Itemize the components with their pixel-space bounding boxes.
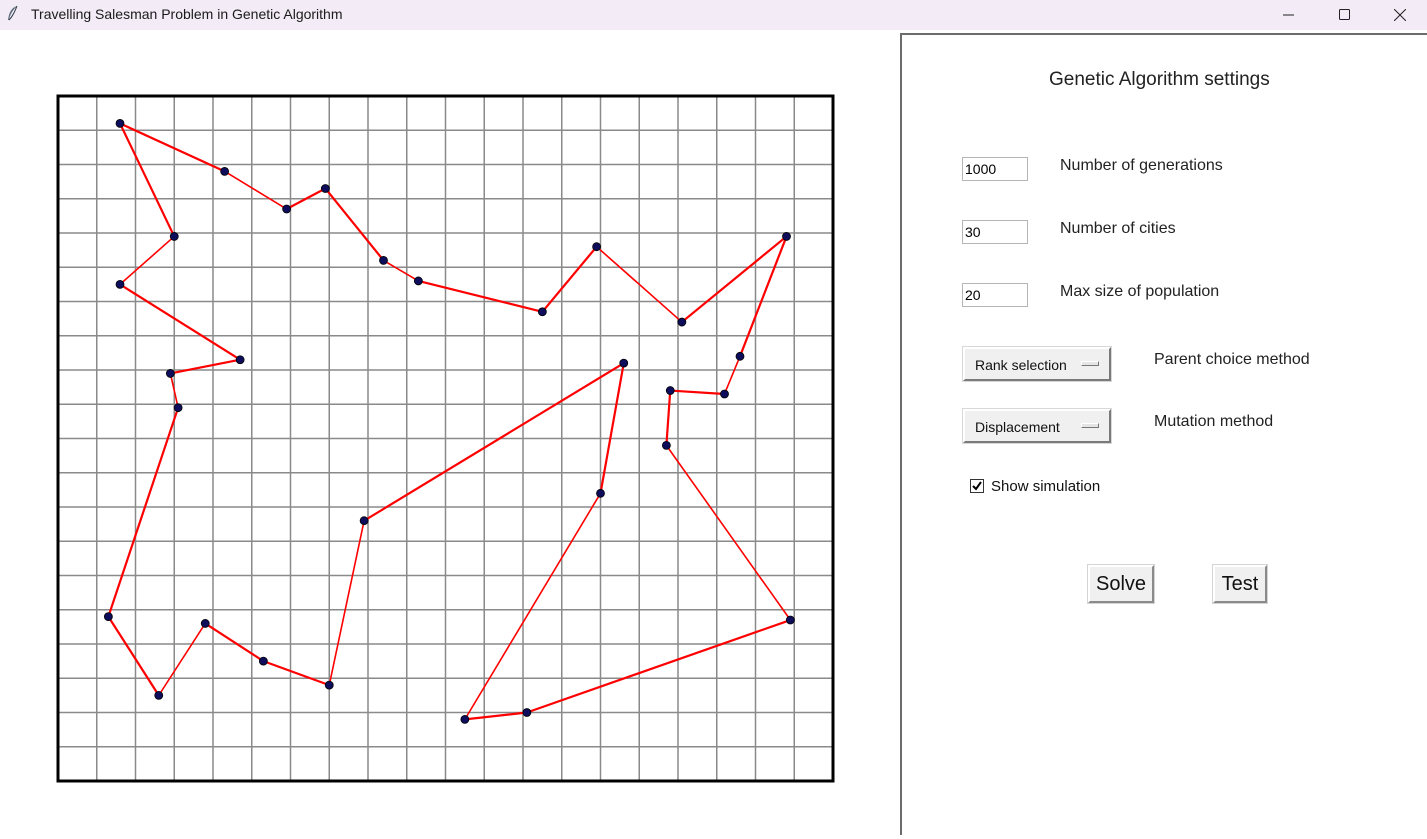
city-point — [592, 242, 602, 252]
route-segment — [204, 622, 265, 663]
feather-icon — [8, 5, 18, 21]
city-point — [258, 656, 268, 666]
route-segment — [723, 355, 741, 395]
parent-choice-label: Parent choice method — [1154, 351, 1310, 368]
maximize-button[interactable] — [1322, 0, 1368, 30]
dropdown-indicator-icon — [1081, 423, 1099, 428]
route — [107, 122, 792, 721]
city-point — [154, 690, 164, 700]
parent-choice-value: Rank selection — [975, 357, 1067, 373]
mutation-label: Mutation method — [1154, 413, 1274, 430]
city-point — [661, 440, 671, 450]
city-point — [537, 307, 547, 317]
route-segment — [262, 660, 331, 687]
city-point — [320, 184, 330, 193]
route-segment — [599, 362, 625, 495]
generations-label: Number of generations — [1060, 157, 1223, 174]
city-point — [200, 619, 210, 628]
city-point — [596, 488, 605, 498]
population-input[interactable] — [962, 283, 1028, 307]
cities-input[interactable] — [962, 220, 1028, 244]
route-segment — [417, 279, 544, 313]
route-segment — [169, 358, 242, 375]
mutation-value: Displacement — [975, 419, 1060, 435]
settings-panel: Genetic Algorithm settings Number of gen… — [902, 35, 1427, 835]
city-point — [782, 232, 791, 241]
route-segment — [157, 622, 207, 697]
city-point — [103, 612, 113, 621]
route-segment — [363, 362, 625, 522]
route-segment — [107, 615, 160, 697]
maximize-icon — [1339, 9, 1350, 20]
city-point — [379, 255, 388, 265]
cities-label: Number of cities — [1060, 220, 1176, 237]
city-point — [359, 516, 369, 526]
city-point — [619, 358, 629, 368]
city-point — [220, 166, 230, 176]
grid — [58, 96, 833, 781]
route-segment — [119, 235, 176, 286]
minimize-button[interactable] — [1266, 0, 1312, 30]
city-point — [169, 232, 179, 241]
close-icon — [1394, 9, 1406, 21]
close-button[interactable] — [1377, 0, 1423, 30]
simulation-canvas — [0, 30, 900, 835]
city-point — [173, 403, 183, 413]
city-point — [165, 369, 175, 378]
city-point — [324, 680, 334, 690]
settings-title: Genetic Algorithm settings — [1049, 69, 1270, 90]
mutation-select[interactable]: Displacement — [963, 409, 1111, 443]
city-point — [720, 389, 729, 399]
parent-choice-select[interactable]: Rank selection — [963, 347, 1111, 381]
show-simulation-label: Show simulation — [991, 478, 1101, 495]
route-segment — [223, 170, 288, 210]
city-point — [282, 204, 292, 214]
city-point — [413, 276, 423, 286]
route-segment — [118, 283, 242, 361]
title-bar: Travelling Salesman Problem in Genetic A… — [0, 0, 1427, 30]
route-segment — [382, 259, 420, 282]
city-point — [115, 279, 125, 289]
generations-input[interactable] — [962, 157, 1028, 181]
checkmark-icon — [972, 481, 982, 491]
route-segment — [525, 618, 792, 714]
route-segment — [665, 389, 672, 447]
route-segment — [463, 711, 528, 721]
population-label: Max size of population — [1060, 283, 1220, 300]
route-segment — [118, 122, 176, 238]
test-button[interactable]: Test — [1213, 565, 1267, 603]
city-point — [115, 119, 125, 128]
city-point — [460, 714, 470, 724]
dropdown-indicator-icon — [1081, 361, 1099, 366]
route-segment — [665, 444, 792, 621]
route-segment — [464, 492, 602, 721]
city-point — [785, 615, 795, 625]
tsp-map — [56, 94, 835, 783]
city-point — [735, 351, 745, 361]
show-simulation-checkbox[interactable] — [970, 479, 984, 493]
city-point — [665, 386, 675, 395]
window-title: Travelling Salesman Problem in Genetic A… — [31, 6, 343, 22]
cities — [103, 119, 795, 724]
route-segment — [328, 519, 365, 686]
city-point — [522, 708, 532, 717]
solve-button[interactable]: Solve — [1088, 565, 1154, 603]
city-point — [235, 355, 245, 365]
city-point — [677, 317, 687, 327]
minimize-icon — [1283, 14, 1294, 16]
